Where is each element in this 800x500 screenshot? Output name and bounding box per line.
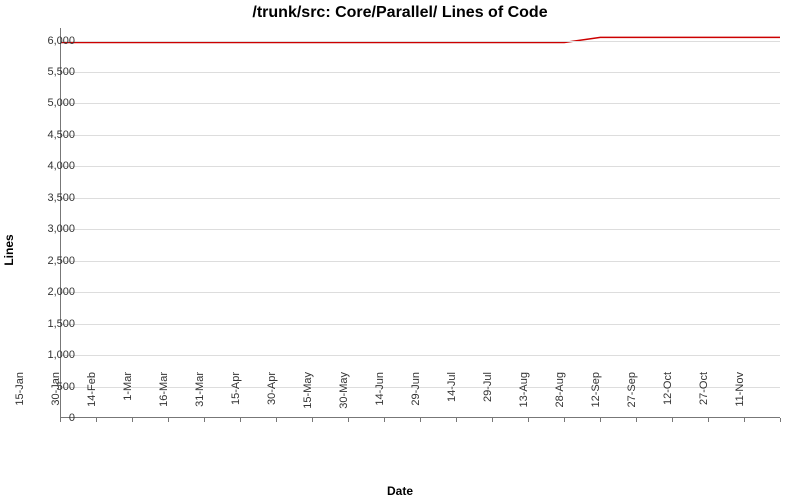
x-tick-label: 30-Jan: [50, 372, 62, 422]
gridline: [61, 72, 780, 73]
x-tick-label: 27-Oct: [698, 372, 710, 422]
gridline: [61, 135, 780, 136]
x-tick-label: 29-Jun: [410, 372, 422, 422]
plot-area: [60, 28, 780, 418]
gridline: [61, 166, 780, 167]
gridline: [61, 41, 780, 42]
gridline: [61, 324, 780, 325]
y-tick-label: 4,500: [15, 129, 75, 141]
x-tick-label: 12-Oct: [662, 372, 674, 422]
x-tick-label: 30-May: [338, 372, 350, 422]
x-tick-label: 11-Nov: [734, 372, 746, 422]
gridline: [61, 292, 780, 293]
gridline: [61, 229, 780, 230]
y-tick-label: 2,000: [15, 286, 75, 298]
data-line-svg: [61, 28, 780, 417]
gridline: [61, 198, 780, 199]
y-tick-label: 1,000: [15, 349, 75, 361]
x-tick-label: 1-Mar: [122, 372, 134, 422]
y-tick-label: 3,000: [15, 223, 75, 235]
x-tick-label: 28-Aug: [554, 372, 566, 422]
gridline: [61, 355, 780, 356]
chart-container: /trunk/src: Core/Parallel/ Lines of Code…: [0, 0, 800, 500]
x-tick-label: 13-Aug: [518, 372, 530, 422]
y-tick-label: 3,500: [15, 192, 75, 204]
y-tick-label: 2,500: [15, 255, 75, 267]
y-tick-label: 5,500: [15, 66, 75, 78]
x-tick-label: 29-Jul: [482, 372, 494, 422]
x-tick-label: 15-May: [302, 372, 314, 422]
x-tick-label: 30-Apr: [266, 372, 278, 422]
x-tick-label: 12-Sep: [590, 372, 602, 422]
x-tick-label: 14-Feb: [86, 372, 98, 422]
x-tick-label: 14-Jul: [446, 372, 458, 422]
x-tick-mark: [780, 418, 781, 422]
y-tick-label: 6,000: [15, 35, 75, 47]
x-tick-label: 16-Mar: [158, 372, 170, 422]
y-tick-label: 5,000: [15, 97, 75, 109]
x-tick-label: 27-Sep: [626, 372, 638, 422]
x-tick-label: 15-Jan: [14, 372, 26, 422]
x-tick-label: 31-Mar: [194, 372, 206, 422]
y-tick-label: 4,000: [15, 160, 75, 172]
x-tick-label: 15-Apr: [230, 372, 242, 422]
y-axis-label: Lines: [2, 234, 16, 265]
gridline: [61, 261, 780, 262]
x-axis-label: Date: [0, 484, 800, 498]
x-tick-label: 14-Jun: [374, 372, 386, 422]
gridline: [61, 103, 780, 104]
chart-title: /trunk/src: Core/Parallel/ Lines of Code: [0, 4, 800, 22]
y-tick-label: 1,500: [15, 318, 75, 330]
